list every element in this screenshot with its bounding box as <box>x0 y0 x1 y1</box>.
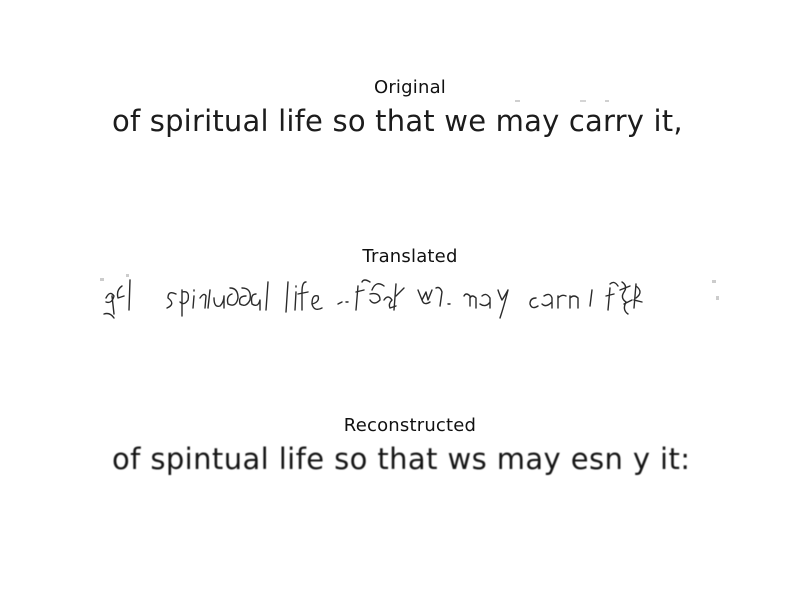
original-specks <box>515 100 609 102</box>
translated-image <box>100 260 722 326</box>
original-image: of spiritual life so that we may carry i… <box>100 90 722 156</box>
translated-handwriting <box>100 274 719 319</box>
reconstructed-text-line: of spintual life so that ws may esn y it… <box>112 442 691 476</box>
reconstructed-image: of spintual life so that ws may esn y it… <box>100 428 722 494</box>
